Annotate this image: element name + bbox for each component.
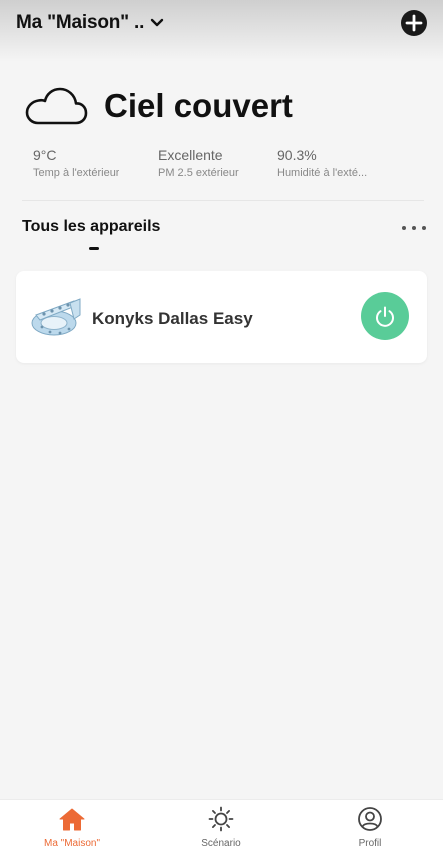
nav-profile[interactable]: Profil xyxy=(320,806,420,853)
power-toggle-button[interactable] xyxy=(361,292,409,340)
metric-value: Excellente xyxy=(158,147,223,163)
add-device-button[interactable] xyxy=(401,10,427,36)
plus-icon xyxy=(405,14,423,32)
home-name: Ma "Maison" .. xyxy=(16,12,145,33)
power-icon xyxy=(376,306,394,327)
metric-temperature: 9°C Temp à l'extérieur xyxy=(33,147,119,179)
bottom-navigation: Ma "Maison" Scénario Profil xyxy=(0,799,443,853)
metric-pm25: Excellente PM 2.5 extérieur xyxy=(158,147,239,179)
nav-label: Scénario xyxy=(201,838,241,849)
divider xyxy=(22,200,424,201)
metric-humidity: 90.3% Humidité à l'exté... xyxy=(277,147,381,179)
metric-value: 90.3% xyxy=(277,147,317,163)
device-tabs: Tous les appareils xyxy=(22,218,426,254)
metric-label: Temp à l'extérieur xyxy=(33,167,120,179)
more-dot xyxy=(412,226,416,230)
nav-scenario[interactable]: Scénario xyxy=(171,806,271,853)
profile-icon xyxy=(357,806,383,832)
tab-indicator xyxy=(89,247,99,250)
more-horizontal-icon xyxy=(402,226,406,230)
nav-home[interactable]: Ma "Maison" xyxy=(22,806,122,853)
cloud-icon xyxy=(25,87,88,125)
nav-label: Profil xyxy=(358,838,382,849)
weather-condition: Ciel couvert xyxy=(104,87,293,124)
app-header: Ma "Maison" .. xyxy=(0,0,443,48)
more-dot xyxy=(422,226,426,230)
sun-icon xyxy=(208,806,234,832)
weather-summary[interactable]: Ciel couvert xyxy=(24,84,424,128)
metric-value: 9°C xyxy=(33,147,57,163)
nav-label: Ma "Maison" xyxy=(43,838,100,849)
metric-label: PM 2.5 extérieur xyxy=(158,167,239,179)
device-card[interactable]: Konyks Dallas Easy xyxy=(16,271,427,363)
weather-metrics: 9°C Temp à l'extérieur Excellente PM 2.5… xyxy=(33,147,413,183)
home-switcher[interactable]: Ma "Maison" .. xyxy=(16,10,164,36)
chevron-down-icon xyxy=(150,18,164,28)
more-options-button[interactable] xyxy=(402,222,426,234)
metric-label: Humidité à l'exté... xyxy=(277,167,368,179)
led-strip-thumbnail xyxy=(31,298,81,336)
tab-all-devices[interactable]: Tous les appareils xyxy=(22,218,160,235)
home-icon xyxy=(59,806,85,832)
device-name: Konyks Dallas Easy xyxy=(92,309,253,328)
